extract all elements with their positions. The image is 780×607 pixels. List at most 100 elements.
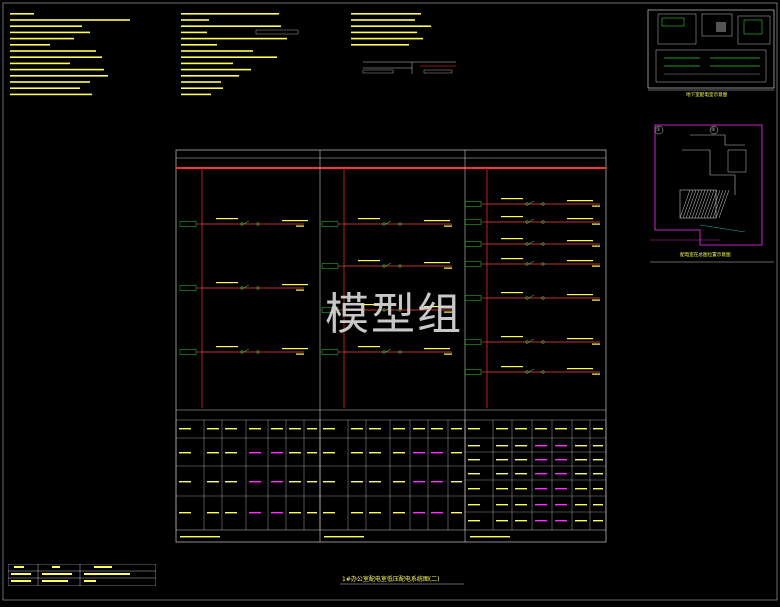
table-cell [515,445,527,447]
feeder-label-box [464,201,482,207]
table-cell [179,481,191,483]
table-cell [468,473,480,475]
feeder-text [567,368,593,370]
note-line [181,87,223,89]
table-cell [369,428,381,430]
breaker-blade [528,240,535,245]
feeder-text [444,267,452,269]
table-cell [393,452,405,454]
feeder-text [592,343,600,345]
table-cell [593,504,603,506]
table-cell [431,481,443,483]
table-cell [413,428,425,430]
feeder-text [592,223,600,225]
table-cell [468,428,480,430]
site-plan-caption: 配电室在总图位置示意图 [680,253,731,258]
table-cell [393,428,405,430]
table-cell [496,445,508,447]
note-line [10,50,96,52]
feeder-label-box [464,261,482,267]
hatch-line [688,189,700,219]
table-cell [468,488,480,490]
note-line [351,13,421,15]
feeder-section-3 [464,258,600,267]
table-cell [593,488,603,490]
table-cell [451,512,462,514]
breaker-blade [528,294,535,299]
table-cell [307,428,317,430]
feeder-label-box [464,219,482,225]
table-footer-text [324,536,364,538]
note-line [10,25,82,27]
table-cell [289,452,301,454]
site-location-plan [650,124,774,263]
table-cell [451,452,462,454]
notes-1-lines [10,13,130,96]
breaker-blade [243,220,250,225]
feeder-text [296,289,304,291]
table-cell [431,452,443,454]
hatch-line [712,189,724,219]
table-cell [249,452,261,454]
note-line [10,56,102,58]
feeder-section-3 [464,292,600,301]
feeder-text [567,240,593,242]
feeder-text [501,366,523,368]
table-cell [179,428,191,430]
table-cell [207,512,219,514]
table-cell [515,504,527,506]
hatch-line [715,189,727,219]
table-cell [535,445,547,447]
table-cell [496,504,508,506]
note-line [181,75,239,77]
feeder-section-1 [179,218,308,227]
watermark: 模型组 [325,289,463,340]
note-line [181,31,207,34]
table-cell [593,520,603,522]
breaker-blade [528,338,535,343]
feeder-label-box [464,339,482,345]
feeder-text [592,205,600,207]
table-cell [225,428,237,430]
note-line [181,25,281,27]
table-cell [496,473,508,475]
note-line [181,37,287,40]
note-line [181,62,233,65]
table-cell [468,459,480,461]
table-grid [175,420,607,530]
note-line [10,93,92,96]
table-cell [369,452,381,454]
table-cell [431,512,443,514]
hatch-line [709,189,721,219]
table-cell [289,428,301,430]
feeder-text [216,218,238,220]
feeder-label-box [464,295,482,301]
ups-detail [362,61,456,74]
table-cell [289,512,301,514]
table-cell [535,488,547,490]
table-cell [323,512,335,514]
feeder-section-3 [464,366,600,375]
table-footer-text [470,536,510,538]
marker-2: ② [711,127,716,133]
table-cell [496,520,508,522]
breaker-blade [528,218,535,223]
table-cell [535,473,547,475]
feeder-text [567,294,593,296]
table-cell [515,473,527,475]
note-line [181,19,209,21]
feeder-label-box [321,221,339,227]
table-cell [179,512,191,514]
table-cell [351,512,363,514]
feeder-section-3 [464,336,600,345]
breaker-blade [528,260,535,265]
feeder-text [501,198,523,200]
table-cell [249,512,261,514]
table-cell [575,504,587,506]
feeder-text [282,220,308,222]
note-line [181,56,277,58]
table-cell [323,428,335,430]
table-cells [179,428,603,538]
table-cell [575,445,587,447]
feeder-label-box [179,221,197,227]
